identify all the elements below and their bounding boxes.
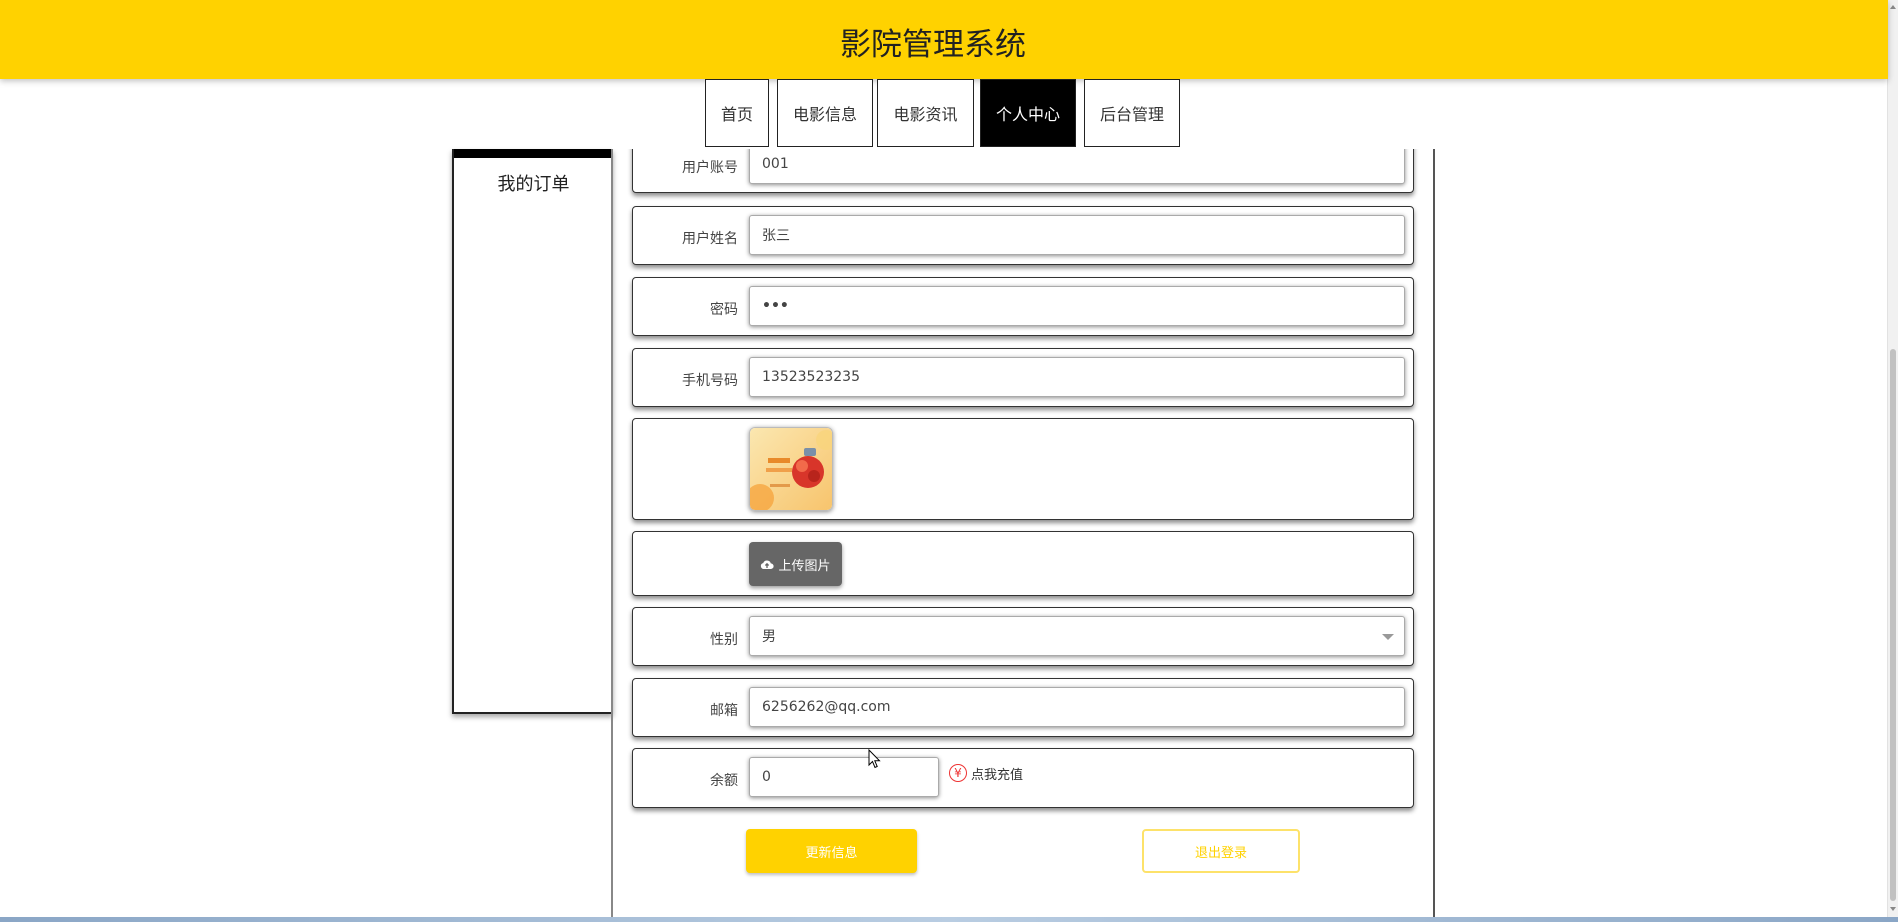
phone-label: 手机号码: [682, 373, 738, 389]
scroll-down-icon[interactable]: [1890, 907, 1896, 911]
recharge-label: 点我充值: [971, 767, 1024, 783]
nav-item-home[interactable]: 首页: [705, 79, 769, 147]
avatar-image: [750, 428, 832, 510]
nav-item-personal-center[interactable]: 个人中心: [980, 79, 1076, 147]
chevron-down-icon: [1382, 634, 1394, 640]
form-row-balance: 余额 0 ¥ 点我充值: [632, 748, 1414, 808]
gender-select[interactable]: 男: [749, 616, 1405, 656]
balance-label: 余额: [710, 773, 738, 789]
account-label: 用户账号: [682, 160, 738, 176]
form-row-upload: 上传图片: [632, 531, 1414, 596]
page-scrollbar[interactable]: [1887, 0, 1898, 917]
gender-label: 性别: [710, 632, 738, 648]
balance-input[interactable]: 0: [749, 757, 939, 797]
form-row-phone: 手机号码 13523523235: [632, 348, 1414, 407]
form-row-email: 邮箱 6256262@qq.com: [632, 678, 1414, 737]
form-row-avatar: [632, 418, 1414, 520]
site-title: 影院管理系统: [840, 27, 1026, 63]
mouse-cursor-icon: [868, 749, 881, 769]
sidebar-header-bar: [454, 149, 613, 158]
sidebar-item-my-orders[interactable]: 我的订单: [454, 170, 613, 196]
nav-item-movie-info[interactable]: 电影信息: [777, 79, 873, 147]
avatar[interactable]: [749, 427, 833, 511]
name-label: 用户姓名: [682, 231, 738, 247]
upload-image-button[interactable]: 上传图片: [749, 542, 842, 586]
yen-icon: ¥: [949, 764, 967, 782]
password-label: 密码: [710, 302, 738, 318]
logout-button[interactable]: 退出登录: [1142, 829, 1300, 873]
scrollbar-thumb[interactable]: [1890, 349, 1896, 901]
email-label: 邮箱: [710, 703, 738, 719]
recharge-link[interactable]: ¥ 点我充值: [949, 762, 1023, 784]
gender-selected-value: 男: [762, 629, 776, 645]
update-info-button[interactable]: 更新信息: [746, 829, 917, 873]
password-input[interactable]: •••: [749, 286, 1405, 326]
form-row-name: 用户姓名 张三: [632, 206, 1414, 265]
account-input[interactable]: 001: [749, 144, 1405, 184]
scroll-up-icon[interactable]: [1890, 5, 1896, 9]
sidebar: 我的订单: [452, 149, 613, 714]
form-row-password: 密码 •••: [632, 277, 1414, 336]
taskbar-edge: [0, 917, 1898, 922]
page: 影院管理系统 首页 电影信息 电影资讯 个人中心 后台管理 我的订单 用户账号 …: [0, 0, 1898, 922]
email-input[interactable]: 6256262@qq.com: [749, 687, 1405, 727]
nav-item-admin[interactable]: 后台管理: [1084, 79, 1180, 147]
nav-item-movie-news[interactable]: 电影资讯: [877, 79, 974, 147]
name-input[interactable]: 张三: [749, 215, 1405, 255]
top-header: 影院管理系统: [0, 0, 1888, 79]
phone-input[interactable]: 13523523235: [749, 357, 1405, 397]
cloud-upload-icon: [760, 559, 775, 570]
upload-button-label: 上传图片: [778, 558, 831, 574]
form-row-gender: 性别 男: [632, 607, 1414, 666]
